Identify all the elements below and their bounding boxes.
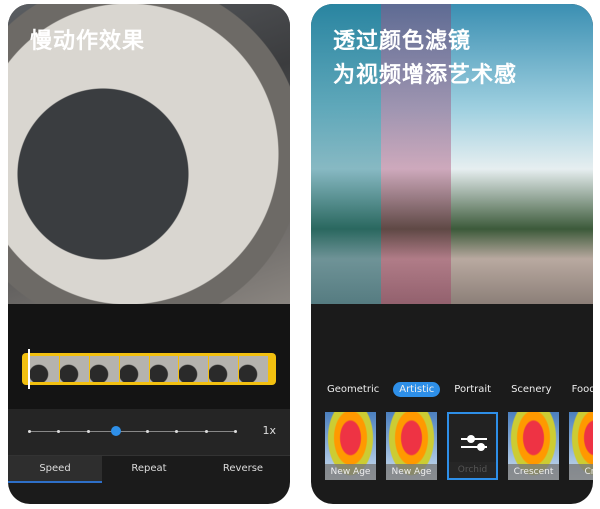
filter-crescent[interactable]: Crescent [508, 412, 559, 480]
category-food[interactable]: Food [566, 382, 593, 397]
screen-title-line2: 为视频增添艺术感 [333, 63, 518, 88]
speed-slider[interactable] [28, 426, 237, 436]
speed-tick [57, 430, 61, 433]
adjust-sliders-icon[interactable] [461, 432, 487, 454]
filter-list: New Age New Age Orchid Crescent Cres [325, 412, 593, 480]
filter-label: New Age [386, 464, 437, 480]
slow-motion-screen: 慢动作效果 1x Speed Repeat Reverse [8, 4, 290, 504]
speed-tick [175, 430, 179, 433]
clip-filmstrip[interactable] [22, 353, 276, 385]
tab-speed[interactable]: Speed [8, 456, 102, 483]
frame [89, 356, 119, 382]
category-artistic[interactable]: Artistic [393, 382, 441, 397]
frame [239, 356, 268, 382]
speed-slider-knob[interactable] [111, 426, 122, 436]
speed-tick [234, 430, 237, 433]
category-geometric[interactable]: Geometric [321, 382, 385, 397]
speed-value: 1x [262, 424, 276, 437]
filter-crescent-2[interactable]: Cres [569, 412, 593, 480]
playhead[interactable] [28, 349, 30, 389]
frame [59, 356, 89, 382]
category-portrait[interactable]: Portrait [448, 382, 497, 397]
filter-label: Cres [569, 464, 593, 480]
tab-repeat[interactable]: Repeat [102, 456, 196, 483]
filter-label: New Age [325, 464, 376, 480]
frame [209, 356, 239, 382]
screen-title-line1: 透过颜色滤镜 [333, 29, 472, 54]
tab-reverse[interactable]: Reverse [196, 456, 290, 483]
frame [119, 356, 149, 382]
frame [30, 356, 59, 382]
speed-tick [86, 430, 90, 433]
screen-title: 慢动作效果 [30, 29, 146, 54]
filter-screen: 透过颜色滤镜 为视频增添艺术感 Geometric Artistic Portr… [311, 4, 593, 504]
frame [149, 356, 179, 382]
speed-tick [28, 430, 31, 433]
filter-new-age[interactable]: New Age [325, 412, 376, 480]
speed-tick [204, 430, 208, 433]
category-scenery[interactable]: Scenery [505, 382, 558, 397]
filter-label: Orchid [449, 462, 496, 478]
speed-slider-area: 1x [8, 409, 290, 455]
filter-categories: Geometric Artistic Portrait Scenery Food [321, 382, 593, 397]
filter-new-age-2[interactable]: New Age [386, 412, 437, 480]
mode-tabs: Speed Repeat Reverse [8, 455, 290, 483]
speed-tick [145, 430, 149, 433]
filter-orchid[interactable]: Orchid [447, 412, 498, 480]
frame [179, 356, 209, 382]
filter-label: Crescent [508, 464, 559, 480]
